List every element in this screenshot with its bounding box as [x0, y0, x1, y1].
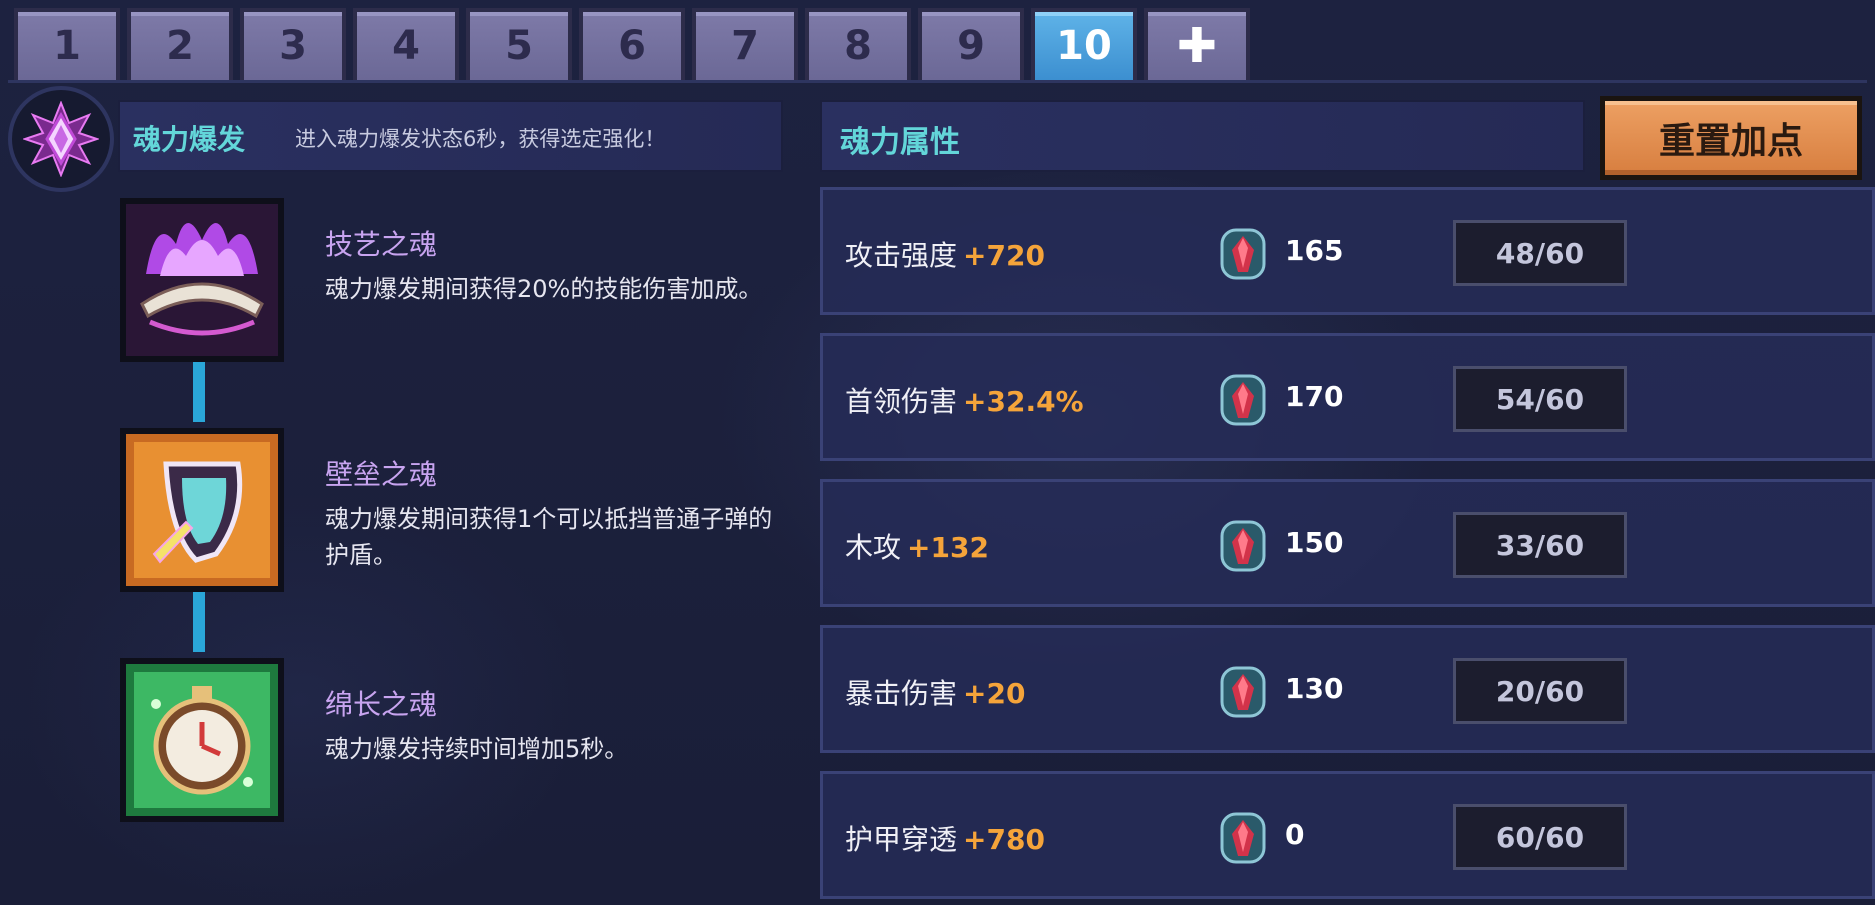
attribute-row: 攻击强度 +720 165 48/60	[820, 187, 1875, 315]
burst-title: 魂力爆发	[133, 123, 246, 156]
soul-gem-icon	[1220, 666, 1266, 718]
attribute-cost: 130	[1285, 672, 1344, 705]
attribute-points[interactable]: 48/60	[1453, 220, 1627, 286]
attribute-cost: 0	[1285, 818, 1305, 851]
soul-gem-icon	[1220, 228, 1266, 280]
attribute-label: 木攻 +132	[845, 526, 989, 566]
attribute-name: 攻击强度	[845, 239, 958, 272]
tab-2[interactable]: 2	[127, 8, 233, 80]
tab-6[interactable]: 6	[579, 8, 685, 80]
soul-description-lasting: 魂力爆发持续时间增加5秒。	[325, 735, 629, 763]
attribute-name: 首领伤害	[845, 385, 958, 418]
preset-tabs: 1 2 3 4 5 6 7 8 9 10 ✚	[14, 8, 1250, 80]
tab-10[interactable]: 10	[1031, 8, 1137, 80]
attribute-row: 首领伤害 +32.4% 170 54/60	[820, 333, 1875, 461]
attribute-bonus: +20	[963, 677, 1026, 710]
tab-divider	[8, 80, 1867, 83]
soul-name-lasting: 绵长之魂	[325, 688, 438, 721]
attribute-points[interactable]: 60/60	[1453, 804, 1627, 870]
attributes-title: 魂力属性	[840, 125, 960, 160]
attribute-bonus: +32.4%	[963, 385, 1084, 418]
attribute-row: 木攻 +132 150 33/60	[820, 479, 1875, 607]
shield-icon[interactable]	[120, 428, 284, 592]
attribute-bonus: +720	[963, 239, 1045, 272]
attribute-bonus: +132	[907, 531, 989, 564]
purple-flame-book-icon[interactable]	[120, 198, 284, 362]
attribute-label: 暴击伤害 +20	[845, 672, 1025, 712]
soul-name-bulwark: 壁垒之魂	[325, 458, 438, 491]
soul-connector	[193, 592, 205, 652]
attribute-name: 木攻	[845, 531, 902, 564]
soul-name-craft: 技艺之魂	[325, 228, 438, 261]
soul-description-bulwark: 魂力爆发期间获得1个可以抵挡普通子弹的护盾。	[325, 505, 773, 569]
attribute-label: 护甲穿透 +780	[845, 818, 1045, 858]
tab-3[interactable]: 3	[240, 8, 346, 80]
soul-connector	[193, 362, 205, 422]
attribute-name: 暴击伤害	[845, 677, 958, 710]
attribute-row: 护甲穿透 +780 0 60/60	[820, 771, 1875, 899]
burst-description: 进入魂力爆发状态6秒，获得选定强化！	[295, 127, 666, 151]
attribute-label: 首领伤害 +32.4%	[845, 380, 1084, 420]
attribute-label: 攻击强度 +720	[845, 234, 1045, 274]
tab-4[interactable]: 4	[353, 8, 459, 80]
tab-8[interactable]: 8	[805, 8, 911, 80]
attribute-name: 护甲穿透	[845, 823, 958, 856]
soul-description-craft: 魂力爆发期间获得20%的技能伤害加成。	[325, 275, 763, 303]
attribute-row: 暴击伤害 +20 130 20/60	[820, 625, 1875, 753]
tab-1[interactable]: 1	[14, 8, 120, 80]
soul-gem-icon	[1220, 374, 1266, 426]
attribute-points[interactable]: 33/60	[1453, 512, 1627, 578]
add-tab-button[interactable]: ✚	[1144, 8, 1250, 80]
attribute-bonus: +780	[963, 823, 1045, 856]
attribute-cost: 170	[1285, 380, 1344, 413]
attribute-cost: 165	[1285, 234, 1344, 267]
tab-7[interactable]: 7	[692, 8, 798, 80]
soul-gem-icon	[1220, 812, 1266, 864]
reset-points-button[interactable]: 重置加点	[1600, 96, 1862, 180]
attribute-points[interactable]: 54/60	[1453, 366, 1627, 432]
tab-9[interactable]: 9	[918, 8, 1024, 80]
clock-icon[interactable]	[120, 658, 284, 822]
tab-5[interactable]: 5	[466, 8, 572, 80]
soul-gem-icon	[1220, 520, 1266, 572]
attribute-points[interactable]: 20/60	[1453, 658, 1627, 724]
soul-burst-emblem-icon	[8, 86, 114, 192]
attribute-cost: 150	[1285, 526, 1344, 559]
